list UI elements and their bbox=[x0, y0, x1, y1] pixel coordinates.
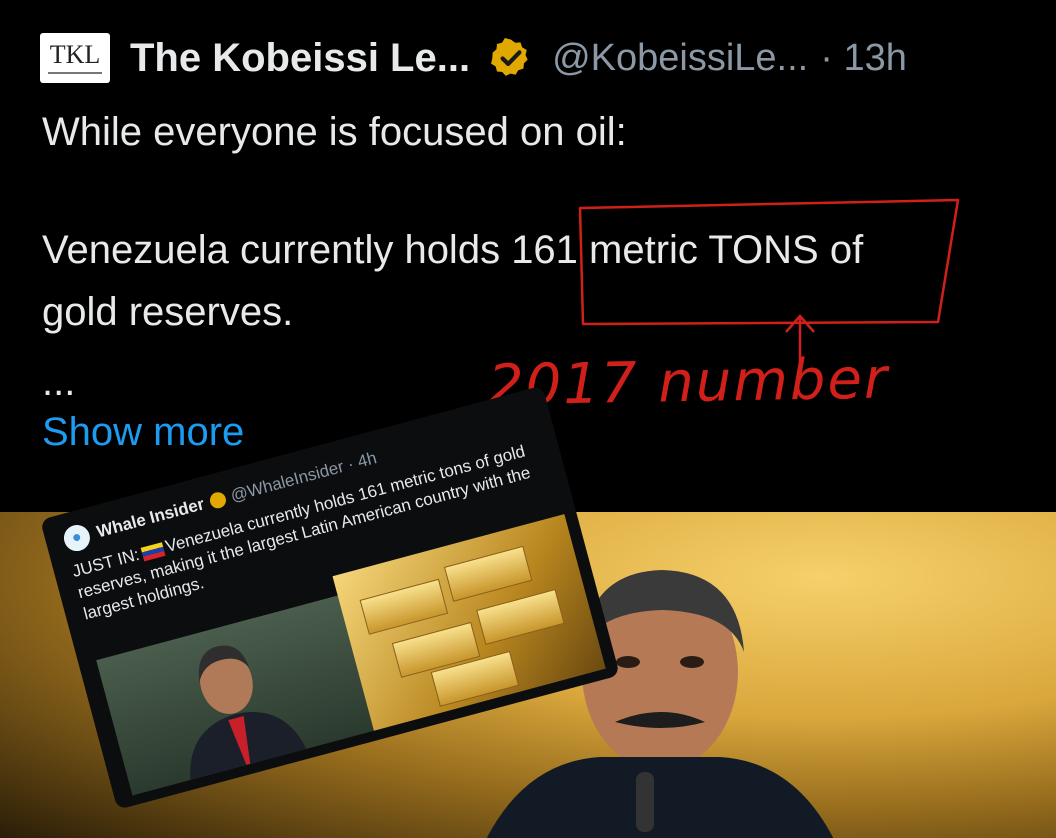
venezuela-flag-icon bbox=[140, 541, 166, 562]
tweet-text-line-3: gold reserves. bbox=[42, 290, 294, 334]
tweet-text-part: of bbox=[818, 228, 864, 272]
tweet-text-line-2: Venezuela currently holds 161 metric TON… bbox=[42, 228, 863, 273]
tweet-text-part: Venezuela currently holds bbox=[42, 228, 512, 272]
author-handle[interactable]: @KobeissiLe... bbox=[552, 37, 808, 80]
tweet-timestamp[interactable]: · 13h bbox=[820, 37, 907, 80]
avatar-logo-text: TKL bbox=[49, 40, 101, 69]
author-name[interactable]: The Kobeissi Le... bbox=[130, 36, 470, 81]
whale-icon: ● bbox=[61, 522, 93, 554]
embedded-verified-badge-icon bbox=[207, 490, 228, 511]
tweet-ellipsis: ... bbox=[42, 360, 76, 404]
author-avatar[interactable]: TKL bbox=[40, 33, 110, 83]
avatar-rule bbox=[48, 72, 102, 74]
tweet-header: TKL The Kobeissi Le... @KobeissiLe... · … bbox=[40, 30, 1030, 86]
show-more-link[interactable]: Show more bbox=[42, 410, 244, 455]
highlighted-text: 161 metric TONS bbox=[511, 228, 819, 272]
verified-badge-icon bbox=[491, 38, 528, 76]
tweet-text-line-1: While everyone is focused on oil: bbox=[42, 110, 627, 154]
